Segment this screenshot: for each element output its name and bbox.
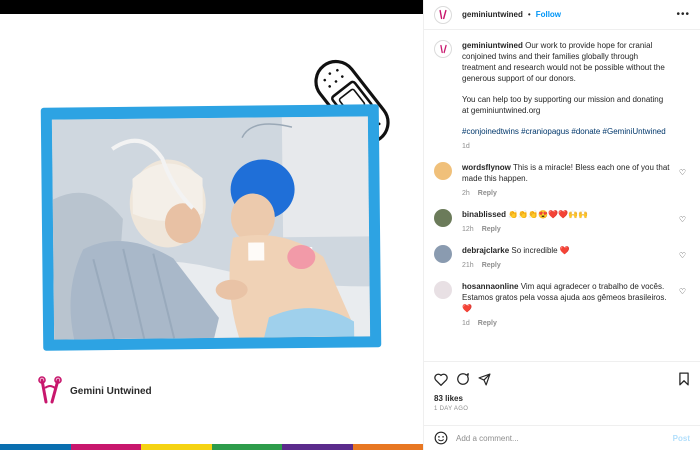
comment-body: binablissed 👏👏👏😍❤️❤️🙌🙌 12h Reply [462, 209, 690, 235]
top-black-bar [0, 0, 423, 14]
comment-meta: 2h Reply [462, 188, 670, 199]
comment-avatar[interactable] [434, 209, 452, 227]
comment-input[interactable]: Add a comment... [456, 434, 673, 443]
comment-body: wordsflynow This is a miracle! Bless eac… [462, 162, 690, 199]
caption-meta: 1d [462, 141, 670, 152]
post-image[interactable]: Gemini Untwined [0, 14, 423, 450]
author-avatar[interactable] [434, 5, 452, 24]
comment-icon[interactable] [456, 372, 470, 386]
reply-button[interactable]: Reply [482, 260, 501, 271]
like-heart-icon[interactable] [434, 373, 448, 386]
rainbow-stripe [0, 444, 423, 450]
stripe-orange [352, 444, 423, 450]
comment-avatar[interactable] [434, 162, 452, 180]
comment-text: 👏👏👏😍❤️❤️🙌🙌 [508, 210, 588, 219]
gemini-logo-icon [439, 44, 447, 54]
likes-count[interactable]: 83 likes [434, 394, 690, 403]
like-comment-heart-icon[interactable]: ♡ [679, 251, 686, 260]
comment-row: wordsflynow This is a miracle! Bless eac… [434, 162, 690, 199]
comment-text: So incredible ❤️ [511, 246, 570, 255]
comment-row: binablissed 👏👏👏😍❤️❤️🙌🙌 12h Reply ♡ [434, 209, 690, 235]
more-icon[interactable]: ••• [676, 9, 690, 20]
stripe-yellow [141, 444, 212, 450]
caption-body: geminiuntwined Our work to provide hope … [462, 40, 690, 152]
bookmark-icon[interactable] [678, 372, 690, 386]
post-actions: 83 likes 1 DAY AGO [424, 361, 700, 412]
post-comment-button[interactable]: Post [673, 434, 690, 443]
reply-button[interactable]: Reply [478, 318, 497, 329]
caption-row: geminiuntwined Our work to provide hope … [434, 40, 690, 152]
photo-frame [40, 104, 382, 351]
comment-row: debrajclarke So incredible ❤️ 21h Reply ♡ [434, 245, 690, 271]
comment-meta: 1d Reply [462, 318, 670, 329]
brand-logo: Gemini Untwined [36, 376, 152, 406]
brand-name: Gemini Untwined [70, 385, 152, 397]
share-icon[interactable] [478, 372, 491, 386]
like-comment-heart-icon[interactable]: ♡ [679, 168, 686, 177]
stripe-purple [282, 444, 353, 450]
caption-time: 1d [462, 143, 470, 150]
comment-time: 21h [462, 262, 474, 269]
comments-list[interactable]: geminiuntwined Our work to provide hope … [424, 30, 700, 360]
comment-avatar[interactable] [434, 281, 452, 299]
photo-illustration [51, 116, 371, 340]
comment-body: hosannaonline Vim aqui agradecer o traba… [462, 281, 690, 329]
comment-meta: 21h Reply [462, 260, 670, 271]
post-time: 1 DAY AGO [434, 406, 469, 412]
comment-meta: 12h Reply [462, 224, 670, 235]
caption-username[interactable]: geminiuntwined [462, 41, 523, 50]
comment-username[interactable]: debrajclarke [462, 246, 509, 255]
action-icons [434, 370, 690, 388]
caption-text-2: You can help too by supporting our missi… [462, 95, 664, 115]
gemini-logo-icon [439, 9, 447, 20]
twins-photo [51, 116, 371, 340]
comment-username[interactable]: wordsflynow [462, 163, 511, 172]
stripe-blue [0, 444, 71, 450]
separator-dot: • [527, 10, 531, 19]
stripe-green [211, 444, 282, 450]
stripe-magenta [70, 444, 141, 450]
author-username[interactable]: geminiuntwined [462, 10, 523, 19]
gemini-untwined-logo-icon [38, 376, 62, 404]
comment-username[interactable]: binablissed [462, 210, 506, 219]
comment-time: 1d [462, 320, 470, 327]
comment-body: debrajclarke So incredible ❤️ 21h Reply [462, 245, 690, 271]
comment-username[interactable]: hosannaonline [462, 282, 518, 291]
emoji-icon[interactable] [434, 431, 448, 445]
like-comment-heart-icon[interactable]: ♡ [679, 287, 686, 296]
post-header: geminiuntwined • Follow ••• [424, 0, 700, 30]
reply-button[interactable]: Reply [482, 224, 501, 235]
caption-hashtags[interactable]: #conjoinedtwins #craniopagus #donate #Ge… [462, 126, 670, 137]
comment-row: hosannaonline Vim aqui agradecer o traba… [434, 281, 690, 329]
comment-avatar[interactable] [434, 245, 452, 263]
comment-time: 2h [462, 190, 470, 197]
caption-avatar[interactable] [434, 40, 452, 58]
comment-time: 12h [462, 226, 474, 233]
like-comment-heart-icon[interactable]: ♡ [679, 215, 686, 224]
post-side-panel: geminiuntwined • Follow ••• geminiuntwin… [423, 0, 700, 450]
follow-button[interactable]: Follow [536, 10, 561, 19]
add-comment-bar: Add a comment... Post [424, 425, 700, 450]
reply-button[interactable]: Reply [478, 188, 497, 199]
